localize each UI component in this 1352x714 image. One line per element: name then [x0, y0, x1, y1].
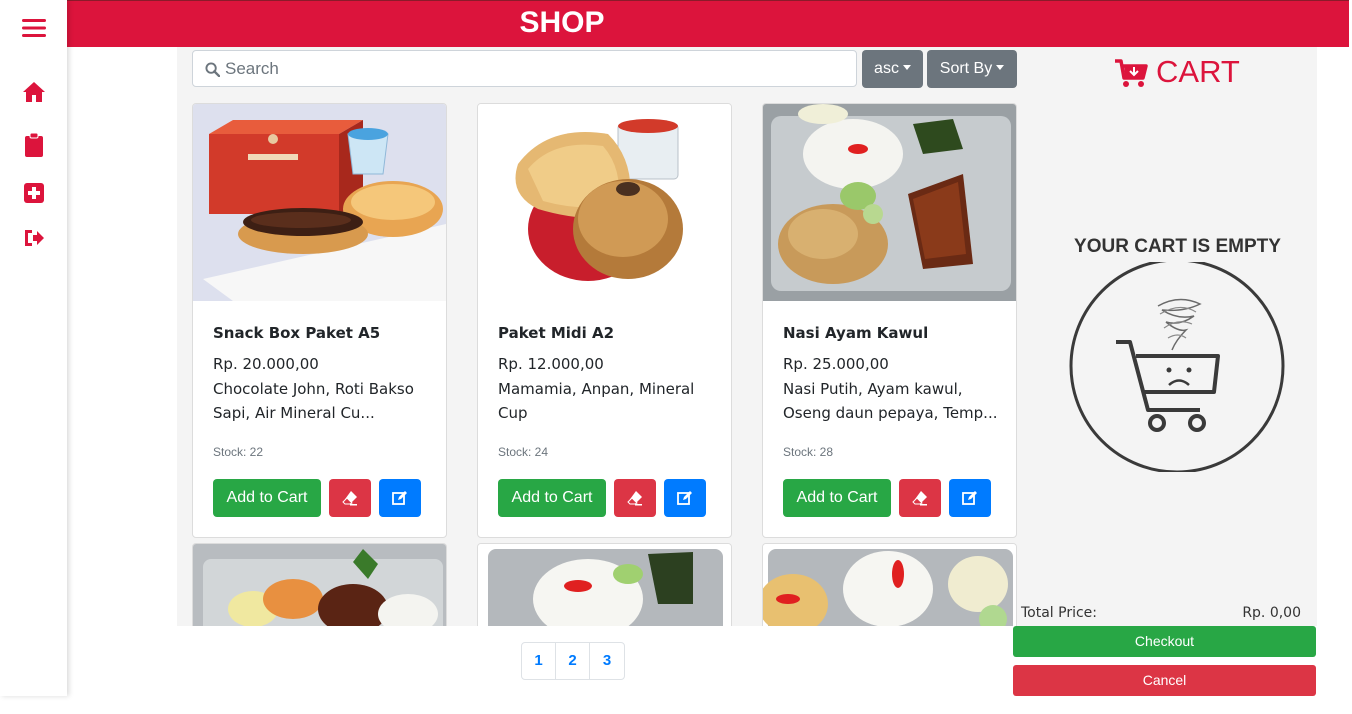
- product-image: [763, 104, 1016, 301]
- product-card: Paket Midi A2 Rp. 12.000,00 Mamamia, Anp…: [477, 103, 732, 538]
- total-price-label: Total Price:: [1021, 605, 1098, 621]
- product-stock: Stock: 28: [783, 445, 834, 459]
- product-image: [193, 104, 446, 301]
- product-card: [477, 543, 732, 626]
- empty-cart-message: YOUR CART IS EMPTY: [1074, 236, 1281, 257]
- page-link-3[interactable]: 3: [590, 643, 624, 679]
- clipboard-icon[interactable]: [22, 132, 46, 157]
- order-dropdown-label: asc: [874, 60, 899, 77]
- order-dropdown[interactable]: asc: [862, 50, 923, 88]
- search-input[interactable]: [225, 57, 825, 81]
- product-price: Rp. 20.000,00: [213, 355, 319, 373]
- delete-button[interactable]: [329, 479, 371, 517]
- cart-title: CART: [1156, 54, 1240, 89]
- product-card: [192, 543, 447, 626]
- product-image: [478, 104, 731, 301]
- search-icon: [205, 62, 220, 77]
- product-name: Snack Box Paket A5: [213, 324, 381, 342]
- edit-button[interactable]: [664, 479, 706, 517]
- product-name: Nasi Ayam Kawul: [783, 324, 929, 342]
- sort-by-label: Sort By: [939, 60, 993, 77]
- product-price: Rp. 25.000,00: [783, 355, 889, 373]
- product-card: Nasi Ayam Kawul Rp. 25.000,00 Nasi Putih…: [762, 103, 1017, 538]
- empty-cart-illustration: [1069, 262, 1285, 472]
- edit-button[interactable]: [379, 479, 421, 517]
- caret-down-icon: [902, 65, 911, 70]
- delete-button[interactable]: [614, 479, 656, 517]
- page-link-2[interactable]: 2: [556, 643, 590, 679]
- page-title: SHOP: [519, 6, 605, 39]
- eraser-icon: [912, 491, 927, 506]
- header-bar: SHOP: [67, 0, 1349, 47]
- edit-icon: [962, 491, 977, 505]
- add-to-cart-button[interactable]: Add to Cart: [213, 479, 321, 517]
- hamburger-menu-icon[interactable]: [22, 16, 46, 40]
- product-description: Chocolate John, Roti Bakso Sapi, Air Min…: [213, 380, 414, 422]
- product-price: Rp. 12.000,00: [498, 355, 604, 373]
- add-to-cart-button[interactable]: Add to Cart: [783, 479, 891, 517]
- product-description: Mamamia, Anpan, Mineral Cup: [498, 380, 695, 422]
- product-card: [762, 543, 1017, 626]
- edit-icon: [677, 491, 692, 505]
- delete-button[interactable]: [899, 479, 941, 517]
- product-image: [193, 544, 446, 626]
- edit-button[interactable]: [949, 479, 991, 517]
- cancel-button[interactable]: Cancel: [1013, 665, 1316, 696]
- pagination: 1 2 3: [521, 642, 625, 680]
- product-name: Paket Midi A2: [498, 324, 615, 342]
- product-card: Snack Box Paket A5 Rp. 20.000,00 Chocola…: [192, 103, 447, 538]
- caret-down-icon: [996, 65, 1005, 70]
- total-price-value: Rp. 0,00: [1242, 605, 1301, 621]
- home-icon[interactable]: [22, 80, 46, 104]
- product-image: [478, 544, 731, 626]
- product-stock: Stock: 24: [498, 445, 549, 459]
- checkout-button[interactable]: Checkout: [1013, 626, 1316, 657]
- edit-icon: [392, 491, 407, 505]
- eraser-icon: [627, 491, 642, 506]
- plus-square-icon[interactable]: [22, 181, 46, 205]
- cart-icon: [1115, 59, 1148, 87]
- search-box[interactable]: [192, 50, 857, 87]
- sign-out-icon[interactable]: [22, 226, 46, 250]
- sort-by-dropdown[interactable]: Sort By: [927, 50, 1017, 88]
- sidebar: [0, 0, 67, 696]
- page-link-1[interactable]: 1: [522, 643, 556, 679]
- product-description: Nasi Putih, Ayam kawul, Oseng daun pepay…: [783, 380, 998, 422]
- product-image: [763, 544, 1016, 626]
- eraser-icon: [342, 491, 357, 506]
- product-stock: Stock: 22: [213, 445, 264, 459]
- add-to-cart-button[interactable]: Add to Cart: [498, 479, 606, 517]
